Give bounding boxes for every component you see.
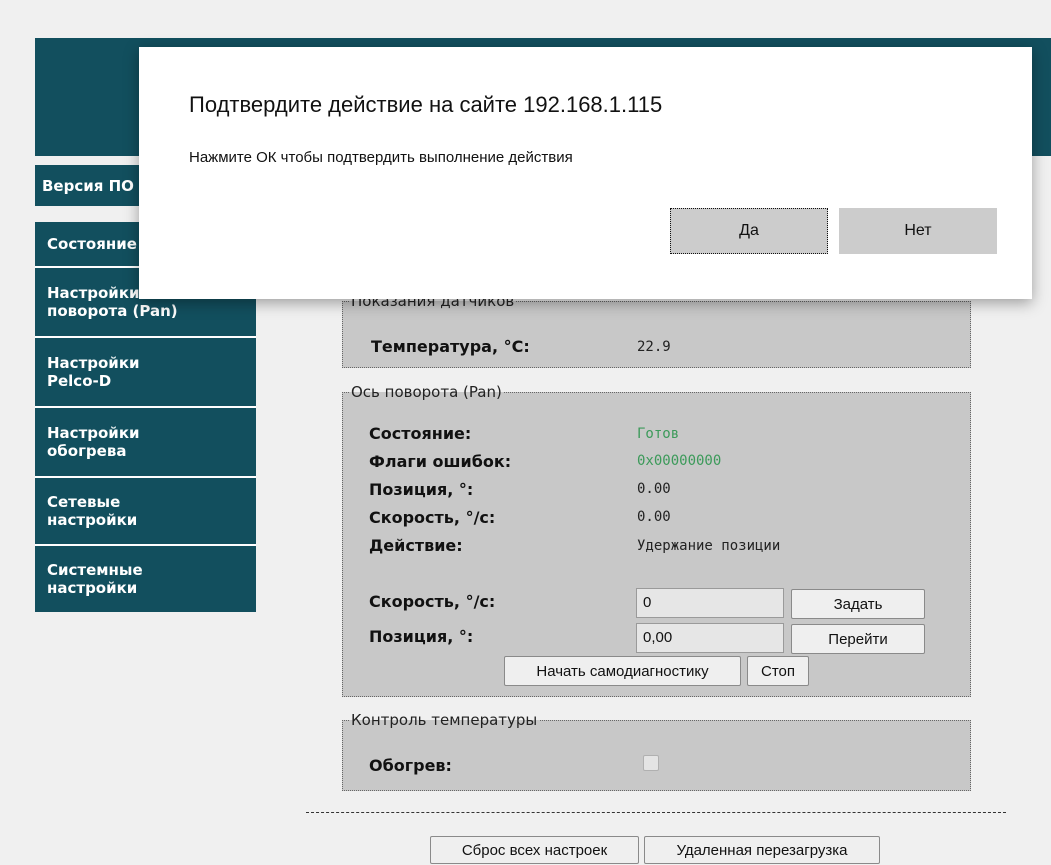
- dialog-yes-button[interactable]: Да: [670, 208, 828, 254]
- confirm-dialog: Подтвердите действие на сайте 192.168.1.…: [139, 47, 1032, 299]
- dialog-no-button[interactable]: Нет: [839, 208, 997, 254]
- dialog-message: Нажмите ОК чтобы подтвердить выполнение …: [189, 149, 573, 166]
- dialog-overlay: Подтвердите действие на сайте 192.168.1.…: [0, 0, 1051, 865]
- dialog-title: Подтвердите действие на сайте 192.168.1.…: [189, 92, 663, 117]
